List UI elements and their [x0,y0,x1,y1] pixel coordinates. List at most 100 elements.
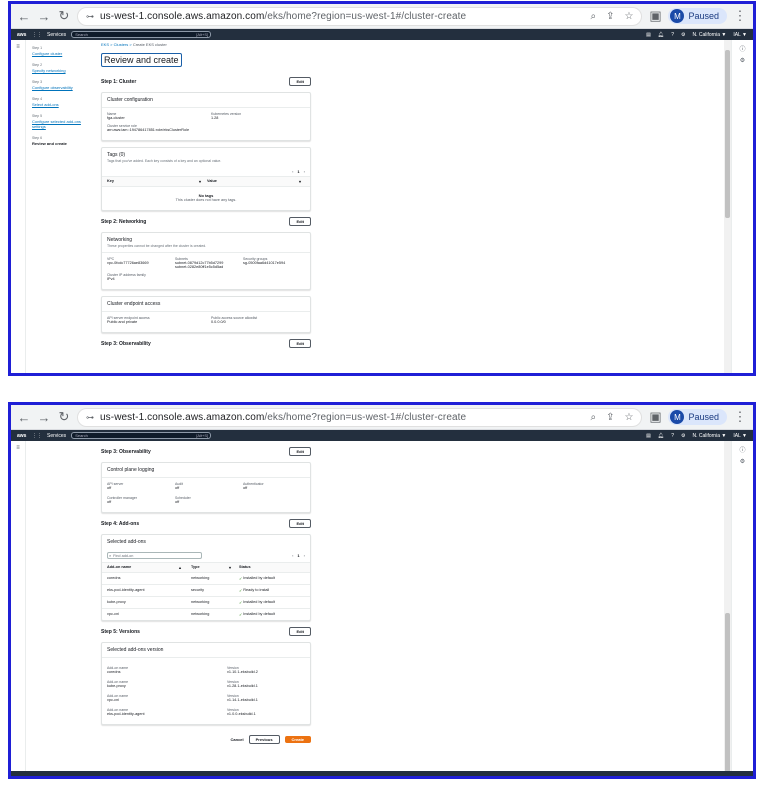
services-menu[interactable]: Services [47,32,66,38]
page-number[interactable]: 1 [297,553,299,558]
sort-icon[interactable]: ▾ [299,179,305,184]
column-header-value[interactable]: Value [207,179,299,184]
endpoint-card: Cluster endpoint access API server endpo… [101,296,311,333]
addon-type: networking [191,576,210,580]
bookmark-star-icon[interactable]: ☆ [625,11,634,22]
create-button[interactable]: Create [284,736,311,743]
hamburger-menu-icon[interactable]: ≡ [11,40,26,373]
search-placeholder: Search [75,32,88,37]
forward-icon[interactable]: → [37,410,51,425]
prev-page-icon[interactable]: ‹ [292,169,293,174]
share-icon[interactable]: ⇪ [606,412,614,423]
scrollbar-thumb[interactable] [725,50,730,218]
next-page-icon[interactable]: › [304,553,305,558]
edit-step1-button[interactable]: Edit [289,77,311,86]
gear-icon[interactable]: ⚙ [681,32,685,38]
help-icon[interactable]: ? [671,32,674,38]
grid-icon[interactable]: ⋮⋮ [32,433,42,439]
cloudshell-icon[interactable]: ▤ [646,32,651,38]
aws-search-input[interactable]: Search [Alt+S] [71,31,212,38]
page-number[interactable]: 1 [297,169,299,174]
edit-step3-button[interactable]: Edit [289,339,311,348]
step-link[interactable]: Specify networking [32,68,66,73]
reload-icon[interactable]: ↻ [57,409,71,425]
step5-title: Step 5: Versions [101,628,140,635]
profile-button[interactable]: M Paused [668,409,727,425]
step-link[interactable]: Configure observability [32,85,73,90]
cloudshell-icon[interactable]: ▤ [646,433,651,439]
cancel-button[interactable]: Cancel [231,737,244,742]
address-bar[interactable]: ⊶ us-west-1.console.aws.amazon.com/eks/h… [77,407,643,427]
services-menu[interactable]: Services [47,433,66,439]
column-header-status[interactable]: Status [239,565,251,570]
next-page-icon[interactable]: › [304,169,305,174]
address-bar[interactable]: ⊶ us-west-1.console.aws.amazon.com/eks/h… [77,6,643,26]
side-panel-icon[interactable]: ▣ [648,409,662,425]
table-row: kube-proxy networking ✓ Installed by defau… [102,597,310,609]
profile-button[interactable]: M Paused [668,8,727,24]
page-title: Review and create [101,53,182,67]
site-info-icon[interactable]: ⊶ [86,413,94,422]
edit-step2-button[interactable]: Edit [289,217,311,226]
edit-step4-button[interactable]: Edit [289,519,311,528]
prev-page-icon[interactable]: ‹ [292,553,293,558]
sort-icon[interactable]: ▴ [179,565,191,570]
step-link[interactable]: Select add-ons [32,102,59,107]
previous-button[interactable]: Previous [248,735,280,744]
breadcrumb-clusters[interactable]: Clusters [114,42,129,47]
step-link[interactable]: Configure selected add-ons settings [32,119,81,129]
column-header-name[interactable]: Add-on name [107,565,179,570]
find-addon-input[interactable]: ⌕ Find add-on [107,552,202,559]
menu-kebab-icon[interactable]: ⋮ [733,8,747,24]
region-selector[interactable]: N. California ▼ [692,32,726,38]
url-host: us-west-1.console.aws.amazon.com [100,10,265,22]
column-header-type[interactable]: Type [191,565,229,570]
gear-icon[interactable]: ⚙ [681,433,685,439]
back-icon[interactable]: ← [17,9,31,24]
bell-icon[interactable]: 🔔︎ [658,32,664,38]
bell-icon[interactable]: 🔔︎ [658,433,664,439]
gear-icon[interactable]: ⚙ [732,458,753,465]
aws-logo[interactable]: aws [17,32,27,38]
scrollbar[interactable] [724,441,731,776]
grid-icon[interactable]: ⋮⋮ [32,32,42,38]
sort-icon[interactable]: ▾ [199,179,207,184]
step-label: Step 2 [32,63,43,67]
scrollbar[interactable] [724,40,731,373]
help-icon[interactable]: ? [671,433,674,439]
reload-icon[interactable]: ↻ [57,8,71,24]
right-utility-strip: ⓘ ⚙ [731,441,753,776]
gear-icon[interactable]: ⚙ [732,57,753,64]
side-panel-icon[interactable]: ▣ [648,8,662,24]
networking-card: Networking These properties cannot be cha… [101,232,311,290]
bookmark-star-icon[interactable]: ☆ [625,412,634,423]
addon-name: kube-proxy [107,600,126,604]
region-selector[interactable]: N. California ▼ [692,433,726,439]
forward-icon[interactable]: → [37,9,51,24]
aws-logo[interactable]: aws [17,433,27,439]
zoom-icon[interactable]: ⌕ [591,11,597,22]
field-value: fga-cluster [107,116,125,120]
step-link[interactable]: Configure cluster [32,51,62,56]
hamburger-menu-icon[interactable]: ≡ [11,441,26,776]
breadcrumb-eks[interactable]: EKS [101,42,109,47]
account-menu[interactable]: IAL ▼ [733,32,747,38]
info-icon[interactable]: ⓘ [732,44,753,53]
back-icon[interactable]: ← [17,410,31,425]
account-menu[interactable]: IAL ▼ [733,433,747,439]
share-icon[interactable]: ⇪ [606,11,614,22]
column-header-key[interactable]: Key [107,179,199,184]
info-icon[interactable]: ⓘ [732,445,753,454]
card-title: Cluster endpoint access [102,297,310,312]
site-info-icon[interactable]: ⊶ [86,12,94,21]
screenshot-bottom: ← → ↻ ⊶ us-west-1.console.aws.amazon.com… [8,402,756,779]
scrollbar-thumb[interactable] [725,613,730,776]
aws-search-input[interactable]: Search [Alt+S] [71,432,212,439]
menu-kebab-icon[interactable]: ⋮ [733,409,747,425]
sort-icon[interactable]: ▾ [229,565,239,570]
edit-step3-button[interactable]: Edit [289,447,311,456]
edit-step5-button[interactable]: Edit [289,627,311,636]
card-title: Tags (0) [107,152,126,158]
addons-card: Selected add-ons ⌕ Find add-on ‹ 1 › Add-on… [101,534,311,621]
zoom-icon[interactable]: ⌕ [591,412,597,423]
